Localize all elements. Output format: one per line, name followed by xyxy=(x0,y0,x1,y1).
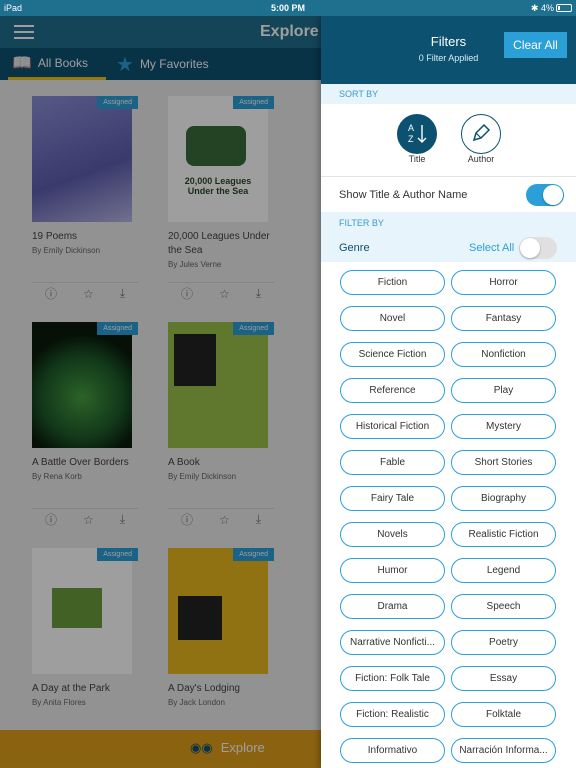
genre-pill[interactable]: Essay xyxy=(451,666,556,691)
battery-icon xyxy=(556,4,572,12)
genre-pill[interactable]: Historical Fiction xyxy=(340,414,445,439)
sort-author-label: Author xyxy=(467,154,495,164)
genre-pill[interactable]: Poetry xyxy=(451,630,556,655)
toggle-knob xyxy=(520,238,540,258)
genre-pill[interactable]: Narración Informa... xyxy=(451,738,556,763)
battery-percent: 4% xyxy=(540,3,554,13)
genre-pill[interactable]: Informativo xyxy=(340,738,445,763)
genre-pill[interactable]: Reference xyxy=(340,378,445,403)
genre-pill[interactable]: Fable xyxy=(340,450,445,475)
pen-icon xyxy=(472,123,491,142)
svg-text:A: A xyxy=(408,123,414,133)
show-title-author-row: Show Title & Author Name xyxy=(321,176,576,212)
select-all-toggle[interactable] xyxy=(519,237,557,259)
genre-pill[interactable]: Play xyxy=(451,378,556,403)
dim-overlay[interactable] xyxy=(0,16,321,768)
genre-pill[interactable]: Science Fiction xyxy=(340,342,445,367)
genre-pill[interactable]: Mystery xyxy=(451,414,556,439)
clock: 5:00 PM xyxy=(270,3,305,13)
genre-pill[interactable]: Fiction xyxy=(340,270,445,295)
genre-pill[interactable]: Folktale xyxy=(451,702,556,727)
battery-indicator: ✱ 4% xyxy=(531,3,572,14)
genre-pill[interactable]: Fairy Tale xyxy=(340,486,445,511)
genre-pill[interactable]: Biography xyxy=(451,486,556,511)
show-title-author-label: Show Title & Author Name xyxy=(339,189,468,201)
genre-pill[interactable]: Realistic Fiction xyxy=(451,522,556,547)
genre-pill[interactable]: Legend xyxy=(451,558,556,583)
svg-text:Z: Z xyxy=(408,134,414,144)
genre-label: Genre xyxy=(339,242,370,254)
genre-pill[interactable]: Fiction: Folk Tale xyxy=(340,666,445,691)
clear-all-button[interactable]: Clear All xyxy=(504,32,567,58)
genre-pill[interactable]: Fiction: Realistic xyxy=(340,702,445,727)
sort-title-button[interactable]: AZ xyxy=(397,114,437,154)
genre-pill[interactable]: Novel xyxy=(340,306,445,331)
sort-by-heading: SORT BY xyxy=(321,84,576,104)
sort-author-button[interactable] xyxy=(461,114,501,154)
show-title-author-toggle[interactable] xyxy=(526,184,564,206)
genre-pill[interactable]: Short Stories xyxy=(451,450,556,475)
genre-pill[interactable]: Narrative Nonficti... xyxy=(340,630,445,655)
genre-header: Genre Select All xyxy=(321,234,576,262)
filter-header: Filters 0 Filter Applied Clear All xyxy=(321,16,576,84)
bluetooth-icon: ✱ xyxy=(530,3,539,13)
filter-by-heading: FILTER BY xyxy=(321,212,576,234)
select-all-label[interactable]: Select All xyxy=(469,242,514,254)
genre-pill[interactable]: Horror xyxy=(451,270,556,295)
genre-pill[interactable]: Nonfiction xyxy=(451,342,556,367)
genre-pill[interactable]: Humor xyxy=(340,558,445,583)
genre-pill[interactable]: Fantasy xyxy=(451,306,556,331)
sort-title-label: Title xyxy=(408,154,426,164)
toggle-knob xyxy=(543,185,563,205)
sort-alpha-icon: AZ xyxy=(408,123,427,144)
genre-pill[interactable]: Drama xyxy=(340,594,445,619)
genre-pill[interactable]: Speech xyxy=(451,594,556,619)
filter-panel: Filters 0 Filter Applied Clear All SORT … xyxy=(321,16,576,768)
status-bar: iPad 5:00 PM ✱ 4% xyxy=(0,0,576,16)
genre-pill[interactable]: Novels xyxy=(340,522,445,547)
